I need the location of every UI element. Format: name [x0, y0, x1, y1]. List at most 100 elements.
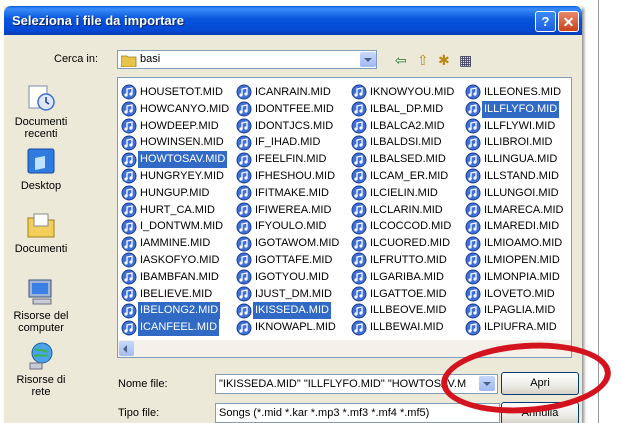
file-item[interactable]: ILOVETO.MID [465, 286, 565, 303]
documents-folder-icon [27, 213, 55, 238]
new-folder-icon[interactable]: ✱ [438, 52, 450, 69]
file-item[interactable]: IGOTYOU.MID [236, 269, 341, 286]
file-item[interactable]: ILBALCA2.MID [351, 118, 456, 135]
close-button[interactable]: ✕ [558, 11, 579, 32]
file-item[interactable]: IFYOULO.MID [236, 218, 341, 235]
file-item[interactable]: ILGATTOE.MID [351, 286, 456, 303]
cancel-button[interactable]: Annulla [501, 402, 579, 423]
file-item[interactable]: ILFRUTTO.MID [351, 252, 456, 269]
file-item[interactable]: ILLEONES.MID [465, 84, 565, 101]
file-item[interactable]: IFEELFIN.MID [236, 151, 341, 168]
file-item[interactable]: ILLFLYWI.MID [465, 118, 565, 135]
file-item[interactable]: IAMMINE.MID [121, 235, 231, 252]
file-item-selected[interactable]: ILLFLYFO.MID [465, 100, 565, 118]
file-item[interactable]: IBELIEVE.MID [121, 286, 231, 303]
file-item[interactable]: ILPIUFRA.MID [465, 319, 565, 336]
file-item[interactable]: ILMIOPEN.MID [465, 252, 565, 269]
network-globe-icon [29, 342, 53, 370]
sidebar-item-label: Desktop [20, 180, 62, 192]
sidebar-item-documents[interactable]: Documenti [8, 209, 74, 255]
file-item[interactable]: ILLSTAND.MID [465, 168, 565, 185]
file-item[interactable]: ILMARECA.MID [465, 202, 565, 219]
file-item[interactable]: ILLIBROI.MID [465, 134, 565, 151]
file-item[interactable]: IKNOWYOU.MID [351, 84, 456, 101]
file-item-selected[interactable]: IBELONG2.MID [121, 302, 231, 320]
sidebar-item-label: Risorse di rete [16, 374, 66, 398]
file-list[interactable]: HOUSETOT.MID HOWCANYO.MID HOWDEEP.MID HO… [117, 77, 572, 358]
title-bar[interactable]: Seleziona i file da importare ? ✕ [4, 6, 582, 35]
file-item[interactable]: ILCLARIN.MID [351, 202, 456, 219]
file-item[interactable]: ILLUNGOI.MID [465, 185, 565, 202]
file-item[interactable]: IDONTJCS.MID [236, 118, 341, 135]
midi-file-icon [121, 252, 137, 268]
file-item[interactable]: HOWCANYO.MID [121, 101, 231, 118]
file-item[interactable]: ILCUORED.MID [351, 235, 456, 252]
filetype-select[interactable]: Songs (*.mid *.kar *.mp3 *.mf3 *.mf4 *.m… [215, 403, 500, 423]
file-item[interactable]: IKNOWAPL.MID [236, 319, 341, 336]
scroll-left-arrow-icon[interactable] [119, 341, 134, 356]
file-item[interactable]: ILBALDSI.MID [351, 134, 456, 151]
midi-file-icon [236, 185, 252, 201]
file-item[interactable]: ILLBEOVE.MID [351, 302, 456, 319]
up-folder-icon[interactable]: ⇧ [417, 52, 429, 69]
midi-file-icon [121, 84, 137, 100]
filename-input[interactable]: "IKISSEDA.MID" "ILLFLYFO.MID" "HOWTOSAV.… [215, 374, 498, 394]
file-item[interactable]: HUNGUP.MID [121, 185, 231, 202]
file-item[interactable]: ICANRAIN.MID [236, 84, 341, 101]
midi-file-icon [121, 101, 137, 117]
midi-file-icon [351, 135, 367, 151]
file-item[interactable]: ILMONPIA.MID [465, 269, 565, 286]
midi-file-icon [121, 320, 137, 336]
filename-dropdown-arrow[interactable] [479, 376, 495, 391]
file-item[interactable]: IF_IHAD.MID [236, 134, 341, 151]
file-item[interactable]: HURT_CA.MID [121, 202, 231, 219]
file-item[interactable]: ILBALSED.MID [351, 151, 456, 168]
file-item[interactable]: IFHESHOU.MID [236, 168, 341, 185]
midi-file-icon [351, 286, 367, 302]
file-item[interactable]: ILPAGLIA.MID [465, 302, 565, 319]
help-button[interactable]: ? [535, 11, 556, 32]
midi-file-icon [351, 84, 367, 100]
file-item[interactable]: IBAMBFAN.MID [121, 269, 231, 286]
file-item[interactable]: I_DONTWM.MID [121, 218, 231, 235]
file-item[interactable]: HOUSETOT.MID [121, 84, 231, 101]
recent-documents-icon [28, 85, 55, 111]
file-item[interactable]: ILGARIBA.MID [351, 269, 456, 286]
view-menu-icon[interactable]: ▦ [459, 52, 472, 69]
file-item-selected[interactable]: IKISSEDA.MID [236, 302, 341, 320]
back-icon[interactable]: ⇦ [395, 52, 407, 69]
file-item[interactable]: IFIWEREA.MID [236, 202, 341, 219]
file-item[interactable]: IDONTFEE.MID [236, 101, 341, 118]
look-in-combo[interactable]: basi [117, 50, 377, 69]
dialog-title: Seleziona i file da importare [12, 13, 184, 28]
file-item[interactable]: ILCAM_ER.MID [351, 168, 456, 185]
file-item[interactable]: ILMAREDI.MID [465, 218, 565, 235]
file-item[interactable]: ILLINGUA.MID [465, 151, 565, 168]
file-item[interactable]: IJUST_DM.MID [236, 286, 341, 303]
file-item-selected[interactable]: ICANFEEL.MID [121, 319, 231, 336]
sidebar-item-network[interactable]: Risorse di rete [8, 340, 74, 398]
file-item[interactable]: ILMIOAMO.MID [465, 235, 565, 252]
file-item[interactable]: ILCIELIN.MID [351, 185, 456, 202]
sidebar-item-computer[interactable]: Risorse del computer [8, 276, 74, 334]
open-button[interactable]: Apri [501, 372, 579, 395]
file-item[interactable]: HUNGRYEY.MID [121, 168, 231, 185]
file-item[interactable]: IASKOFYO.MID [121, 252, 231, 269]
file-item[interactable]: ILCOCCOD.MID [351, 218, 456, 235]
sidebar-item-desktop[interactable]: Desktop [8, 146, 74, 192]
midi-file-icon [351, 219, 367, 235]
midi-file-icon [351, 185, 367, 201]
sidebar-item-recent[interactable]: Documenti recenti [8, 82, 74, 140]
file-item[interactable]: HOWDEEP.MID [121, 118, 231, 135]
file-item[interactable]: IFITMAKE.MID [236, 185, 341, 202]
horizontal-scrollbar[interactable] [118, 340, 571, 357]
midi-file-icon [465, 118, 481, 134]
file-item[interactable]: IGOTTAFE.MID [236, 252, 341, 269]
file-item[interactable]: IGOTAWOM.MID [236, 235, 341, 252]
file-item[interactable]: HOWINSEN.MID [121, 134, 231, 151]
file-item-selected[interactable]: HOWTOSAV.MID [121, 151, 231, 168]
file-item[interactable]: ILBAL_DP.MID [351, 101, 456, 118]
look-in-dropdown-arrow[interactable] [360, 52, 376, 67]
midi-file-icon [121, 135, 137, 151]
file-item[interactable]: ILLBEWAI.MID [351, 319, 456, 336]
